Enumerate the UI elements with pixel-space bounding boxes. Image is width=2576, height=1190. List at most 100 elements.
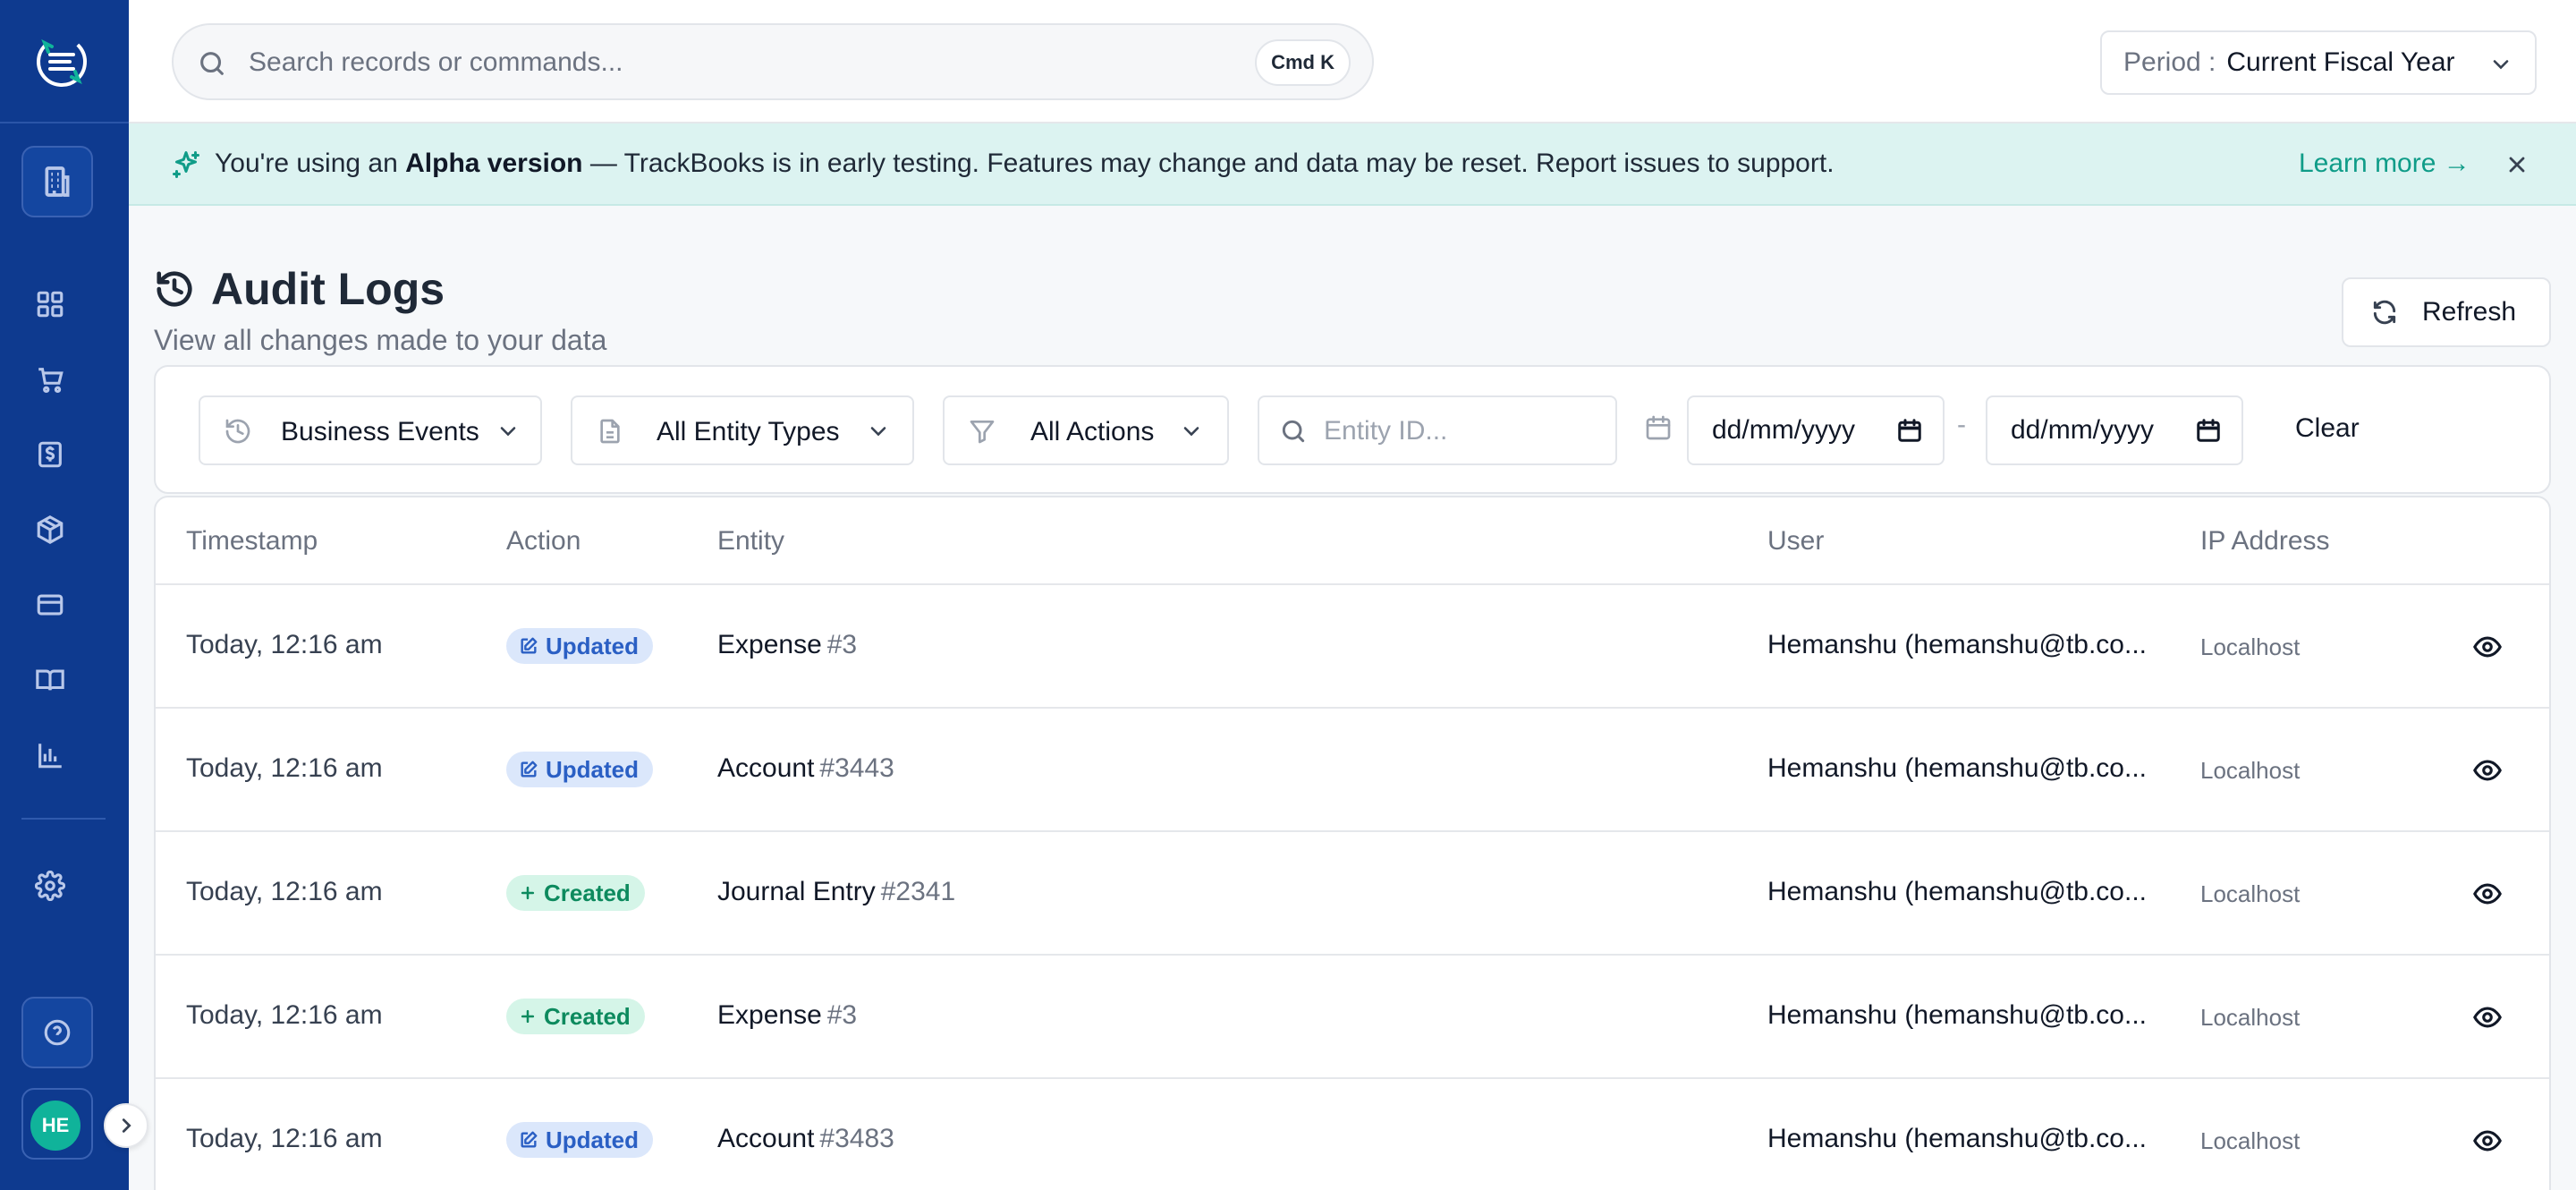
- sidebar-divider: [0, 122, 129, 123]
- sidebar-item-accounting[interactable]: [32, 662, 68, 698]
- help-circle-icon: [44, 1019, 71, 1046]
- history-icon: [225, 419, 250, 444]
- status-badge: Updated: [506, 628, 653, 664]
- entity-cell[interactable]: Account #3443: [717, 753, 894, 784]
- sparkles-icon: [173, 151, 199, 178]
- sidebar-item-settings[interactable]: [32, 868, 68, 904]
- sidebar-item-reports[interactable]: [32, 737, 68, 773]
- entity-id-field[interactable]: [1258, 395, 1617, 465]
- action-value: All Actions: [1030, 417, 1155, 446]
- close-icon[interactable]: [2504, 152, 2529, 177]
- calendar-icon[interactable]: [1896, 417, 1923, 444]
- page-subtitle: View all changes made to your data: [154, 324, 607, 356]
- edit-icon: [521, 1131, 538, 1148]
- grid-icon: [37, 291, 64, 318]
- ip-address-cell: Localhost: [2200, 757, 2301, 784]
- eye-icon[interactable]: [2472, 755, 2503, 786]
- learn-more-link[interactable]: Learn more →: [2299, 149, 2470, 179]
- sidebar-item-sales[interactable]: [32, 361, 68, 397]
- sidebar-item-organization[interactable]: [21, 146, 93, 217]
- action-label: Updated: [546, 755, 639, 783]
- banner-prefix: You're using an: [215, 149, 406, 178]
- column-header-user[interactable]: User: [1767, 526, 1824, 557]
- sidebar-separator: [21, 818, 106, 820]
- page-title: Audit Logs: [211, 264, 445, 314]
- clear-filters-button[interactable]: Clear: [2295, 413, 2360, 444]
- ip-address-cell: Localhost: [2200, 880, 2301, 907]
- help-button[interactable]: [21, 997, 93, 1068]
- eye-icon[interactable]: [2472, 1002, 2503, 1033]
- entity-id: #3483: [819, 1124, 894, 1153]
- sidebar-item-expenses[interactable]: [32, 437, 68, 472]
- entity-type-select[interactable]: All Entity Types: [571, 395, 914, 465]
- entity-type-value: All Entity Types: [657, 417, 840, 446]
- eye-icon[interactable]: [2472, 879, 2503, 909]
- column-header-ip-address[interactable]: IP Address: [2200, 526, 2330, 557]
- ip-address-cell: Localhost: [2200, 1004, 2301, 1031]
- timestamp-cell: Today, 12:16 am: [186, 630, 383, 659]
- banner-message: You're using an Alpha version — TrackBoo…: [215, 149, 1835, 179]
- table-row[interactable]: Today, 12:16 am Updated Account #3443 Hem…: [156, 709, 2549, 832]
- column-header-entity[interactable]: Entity: [717, 526, 784, 557]
- entity-id: #3443: [819, 753, 894, 783]
- credit-card-icon: [37, 594, 64, 616]
- period-selector[interactable]: Period : Current Fiscal Year: [2100, 30, 2537, 95]
- app-root: HE Cmd K Period : Current Fiscal Year Yo…: [0, 0, 2576, 1190]
- status-badge: Created: [506, 999, 645, 1034]
- entity-cell[interactable]: Expense #3: [717, 1000, 857, 1031]
- entity-cell[interactable]: Expense #3: [717, 630, 857, 660]
- audit-log-table: Timestamp Action Entity User IP Address …: [154, 496, 2551, 1190]
- action-label: Updated: [546, 1126, 639, 1153]
- table-row[interactable]: Today, 12:16 am Created Expense #3 Hemans…: [156, 956, 2549, 1079]
- sidebar-expand-button[interactable]: [104, 1103, 148, 1148]
- entity-id-input[interactable]: [1324, 413, 1592, 449]
- refresh-button[interactable]: Refresh: [2342, 277, 2551, 347]
- event-type-select[interactable]: Business Events: [199, 395, 542, 465]
- status-badge: Updated: [506, 1122, 653, 1158]
- sidebar-item-banking[interactable]: [32, 587, 68, 623]
- table-header: Timestamp Action Entity User IP Address: [156, 497, 2549, 585]
- user-cell: Hemanshu (hemanshu@tb.co...: [1767, 1000, 2147, 1030]
- entity-cell[interactable]: Account #3483: [717, 1124, 894, 1154]
- table-row[interactable]: Today, 12:16 am Updated Expense #3 Hemans…: [156, 585, 2549, 709]
- date-to-field[interactable]: dd/mm/yyyy: [1986, 395, 2243, 465]
- entity-id: #3: [826, 1000, 858, 1030]
- period-label: Period :: [2123, 47, 2216, 77]
- banner-highlight: Alpha version: [405, 149, 583, 178]
- action-select[interactable]: All Actions: [943, 395, 1229, 465]
- eye-icon[interactable]: [2472, 632, 2503, 662]
- sidebar: HE: [0, 0, 129, 1190]
- command-search[interactable]: Cmd K: [172, 23, 1374, 100]
- sidebar-item-dashboard[interactable]: [32, 286, 68, 322]
- column-header-timestamp[interactable]: Timestamp: [186, 526, 318, 557]
- table-row[interactable]: Today, 12:16 am Created Journal Entry #23…: [156, 832, 2549, 956]
- refresh-label: Refresh: [2422, 297, 2517, 327]
- sidebar-item-inventory[interactable]: [32, 512, 68, 548]
- avatar[interactable]: HE: [30, 1101, 80, 1151]
- date-from-value: dd/mm/yyyy: [1712, 415, 1856, 445]
- column-header-action[interactable]: Action: [506, 526, 580, 557]
- calendar-icon[interactable]: [2195, 417, 2222, 444]
- ip-address-cell: Localhost: [2200, 1127, 2301, 1154]
- eye-icon[interactable]: [2472, 1126, 2503, 1156]
- date-from-field[interactable]: dd/mm/yyyy: [1687, 395, 1945, 465]
- plus-icon: [521, 886, 535, 900]
- user-cell: Hemanshu (hemanshu@tb.co...: [1767, 753, 2147, 783]
- period-value: Current Fiscal Year: [2226, 47, 2455, 77]
- cart-icon: [38, 368, 64, 394]
- history-icon: [157, 271, 192, 307]
- timestamp-cell: Today, 12:16 am: [186, 1124, 383, 1153]
- package-icon: [37, 515, 64, 544]
- search-input[interactable]: [249, 45, 1143, 81]
- entity-cell[interactable]: Journal Entry #2341: [717, 877, 955, 907]
- user-cell: Hemanshu (hemanshu@tb.co...: [1767, 1124, 2147, 1153]
- brand-logo-icon[interactable]: [30, 30, 93, 93]
- entity-name: Account: [717, 753, 815, 783]
- plus-icon: [521, 1009, 535, 1024]
- bar-chart-icon: [38, 744, 62, 769]
- filter-icon: [970, 421, 995, 444]
- chevron-down-icon: [2493, 60, 2509, 70]
- table-row[interactable]: Today, 12:16 am Updated Account #3483 Hem…: [156, 1079, 2549, 1190]
- file-icon: [600, 419, 620, 444]
- status-badge: Created: [506, 875, 645, 911]
